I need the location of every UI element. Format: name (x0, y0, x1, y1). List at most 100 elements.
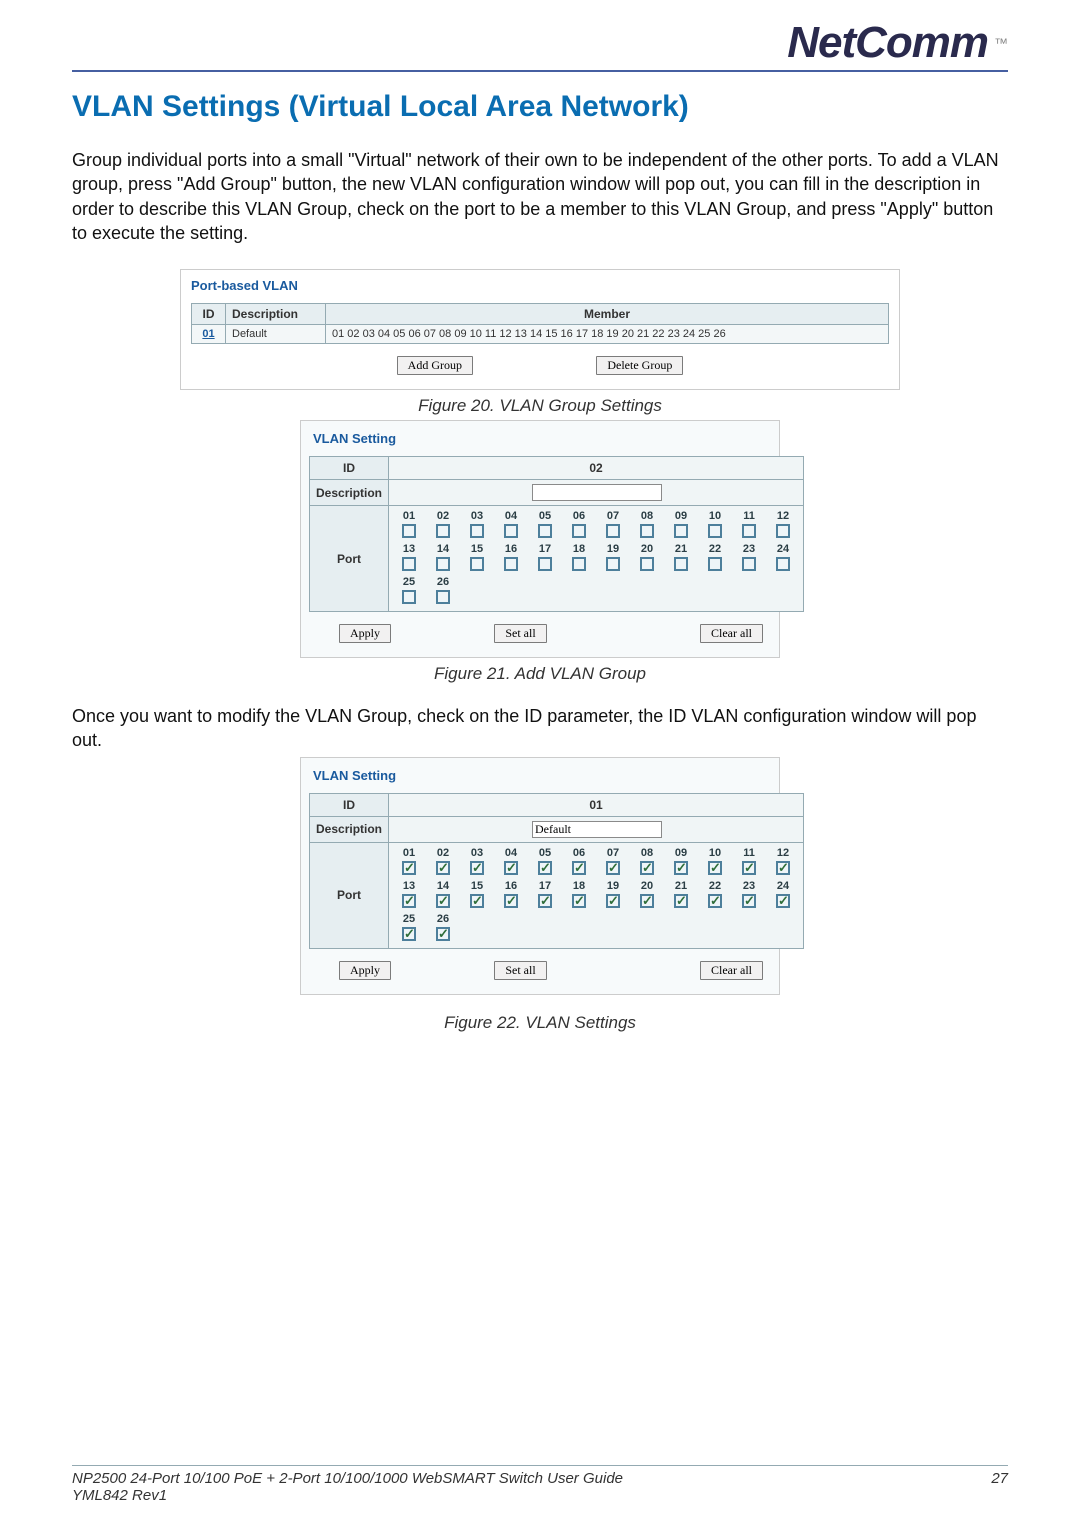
port-checkbox[interactable] (470, 524, 484, 538)
port-number-label: 04 (497, 510, 525, 522)
port-checkbox[interactable] (572, 557, 586, 571)
description-input[interactable] (532, 821, 662, 838)
port-checkbox[interactable] (572, 894, 586, 908)
description-input[interactable] (532, 484, 662, 501)
apply-button[interactable]: Apply (339, 624, 391, 643)
port-checkbox[interactable] (538, 894, 552, 908)
port-checkbox[interactable] (436, 524, 450, 538)
port-number-label: 25 (395, 576, 423, 588)
port-number-label: 12 (769, 847, 797, 859)
port-checkbox[interactable] (742, 861, 756, 875)
port-number-label: 06 (565, 510, 593, 522)
port-checkbox[interactable] (640, 861, 654, 875)
intro-paragraph: Group individual ports into a small "Vir… (72, 148, 1008, 245)
port-checkbox[interactable] (776, 894, 790, 908)
port-number-label (463, 576, 491, 588)
port-checkbox[interactable] (640, 557, 654, 571)
port-checkbox[interactable] (674, 524, 688, 538)
port-checkbox[interactable] (708, 524, 722, 538)
port-checkbox[interactable] (504, 524, 518, 538)
port-number-label: 18 (565, 543, 593, 555)
page-title: VLAN Settings (Virtual Local Area Networ… (72, 90, 1008, 124)
port-number-label: 09 (667, 510, 695, 522)
brand-text: NetComm (787, 18, 988, 68)
label-port: Port (310, 506, 389, 612)
page-number: 27 (991, 1470, 1008, 1504)
port-checkbox[interactable] (504, 894, 518, 908)
port-checkbox[interactable] (402, 927, 416, 941)
port-checkbox[interactable] (742, 524, 756, 538)
port-number-label: 12 (769, 510, 797, 522)
add-group-button[interactable]: Add Group (397, 356, 473, 375)
port-checkbox[interactable] (402, 557, 416, 571)
port-number-label: 21 (667, 880, 695, 892)
port-number-label: 23 (735, 880, 763, 892)
vlan-group-table: ID Description Member 01 Default 01 02 0… (191, 303, 889, 344)
port-number-label: 10 (701, 847, 729, 859)
port-number-label: 04 (497, 847, 525, 859)
port-checkbox[interactable] (402, 524, 416, 538)
port-checkbox[interactable] (572, 524, 586, 538)
port-number-label: 10 (701, 510, 729, 522)
set-all-button[interactable]: Set all (494, 961, 546, 980)
port-number-label: 16 (497, 880, 525, 892)
port-grid: 0102030405060708091011121314151617181920… (395, 510, 797, 607)
port-checkbox[interactable] (606, 524, 620, 538)
port-number-label: 25 (395, 913, 423, 925)
panel-title: Port-based VLAN (191, 278, 889, 293)
port-checkbox[interactable] (572, 861, 586, 875)
port-checkbox[interactable] (776, 557, 790, 571)
port-checkbox[interactable] (674, 861, 688, 875)
port-number-label: 07 (599, 510, 627, 522)
value-id: 01 (389, 793, 804, 816)
vlan-id-link[interactable]: 01 (202, 328, 214, 340)
cell-description: Default (226, 325, 326, 344)
port-number-label (735, 913, 763, 925)
port-checkbox[interactable] (776, 861, 790, 875)
port-checkbox[interactable] (470, 861, 484, 875)
clear-all-button[interactable]: Clear all (700, 624, 763, 643)
port-checkbox[interactable] (436, 861, 450, 875)
port-checkbox[interactable] (606, 557, 620, 571)
port-checkbox[interactable] (504, 557, 518, 571)
port-checkbox[interactable] (436, 590, 450, 604)
port-number-label: 26 (429, 913, 457, 925)
port-checkbox[interactable] (436, 894, 450, 908)
port-checkbox[interactable] (708, 861, 722, 875)
port-checkbox[interactable] (742, 557, 756, 571)
port-checkbox[interactable] (436, 927, 450, 941)
port-checkbox[interactable] (708, 557, 722, 571)
port-number-label: 02 (429, 847, 457, 859)
th-id: ID (192, 304, 226, 325)
port-checkbox[interactable] (640, 524, 654, 538)
port-checkbox[interactable] (470, 557, 484, 571)
vlan-group-panel: Port-based VLAN ID Description Member 01… (180, 269, 900, 390)
port-checkbox[interactable] (606, 894, 620, 908)
clear-all-button[interactable]: Clear all (700, 961, 763, 980)
port-checkbox[interactable] (776, 524, 790, 538)
port-checkbox[interactable] (538, 524, 552, 538)
port-number-label: 05 (531, 510, 559, 522)
port-checkbox[interactable] (538, 861, 552, 875)
port-checkbox[interactable] (606, 861, 620, 875)
delete-group-button[interactable]: Delete Group (596, 356, 683, 375)
port-checkbox[interactable] (538, 557, 552, 571)
port-checkbox[interactable] (708, 894, 722, 908)
port-checkbox[interactable] (402, 894, 416, 908)
port-checkbox[interactable] (674, 557, 688, 571)
port-number-label: 03 (463, 510, 491, 522)
port-number-label (497, 913, 525, 925)
apply-button[interactable]: Apply (339, 961, 391, 980)
port-checkbox[interactable] (402, 861, 416, 875)
port-number-label: 11 (735, 510, 763, 522)
port-checkbox[interactable] (640, 894, 654, 908)
port-checkbox[interactable] (436, 557, 450, 571)
port-checkbox[interactable] (402, 590, 416, 604)
label-id: ID (310, 457, 389, 480)
port-checkbox[interactable] (470, 894, 484, 908)
port-checkbox[interactable] (742, 894, 756, 908)
port-checkbox[interactable] (674, 894, 688, 908)
port-checkbox[interactable] (504, 861, 518, 875)
port-number-label: 11 (735, 847, 763, 859)
set-all-button[interactable]: Set all (494, 624, 546, 643)
